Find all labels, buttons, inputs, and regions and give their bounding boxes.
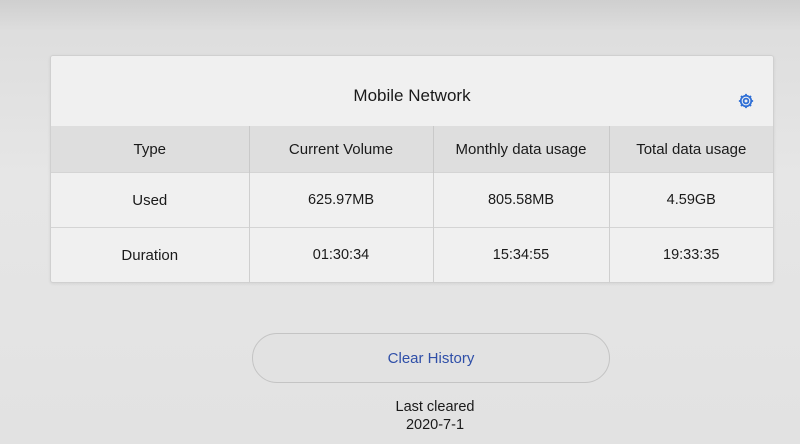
screen: Mobile Network Type Current Volume Month…: [0, 0, 800, 444]
header-total-data-usage: Total data usage: [608, 126, 773, 173]
duration-total-usage: 19:33:35: [608, 227, 773, 282]
duration-current-volume: 01:30:34: [248, 227, 433, 282]
header-current-volume: Current Volume: [248, 126, 433, 173]
used-total-usage: 4.59GB: [608, 172, 773, 228]
header-type: Type: [51, 126, 249, 173]
row-label-used: Used: [51, 172, 249, 228]
used-current-volume: 625.97MB: [248, 172, 433, 228]
used-monthly-usage: 805.58MB: [432, 172, 609, 228]
card-title: Mobile Network: [353, 86, 471, 105]
mobile-network-card: Mobile Network Type Current Volume Month…: [50, 55, 774, 283]
gear-icon[interactable]: [737, 92, 755, 110]
last-cleared-label: Last cleared: [395, 399, 475, 415]
table-row: Used 625.97MB 805.58MB 4.59GB: [51, 172, 773, 228]
usage-table: Type Current Volume Monthly data usage T…: [51, 126, 773, 282]
row-label-duration: Duration: [51, 227, 249, 282]
duration-monthly-usage: 15:34:55: [432, 227, 609, 282]
top-edge: [0, 0, 800, 30]
header-monthly-data-usage: Monthly data usage: [432, 126, 609, 173]
table-row: Duration 01:30:34 15:34:55 19:33:35: [51, 227, 773, 282]
clear-history-button[interactable]: Clear History: [252, 333, 610, 383]
table-header-row: Type Current Volume Monthly data usage T…: [51, 126, 773, 173]
last-cleared-info: Last cleared 2020-7-1: [335, 398, 535, 434]
last-cleared-date: 2020-7-1: [405, 417, 465, 433]
card-header: Mobile Network: [51, 56, 773, 126]
